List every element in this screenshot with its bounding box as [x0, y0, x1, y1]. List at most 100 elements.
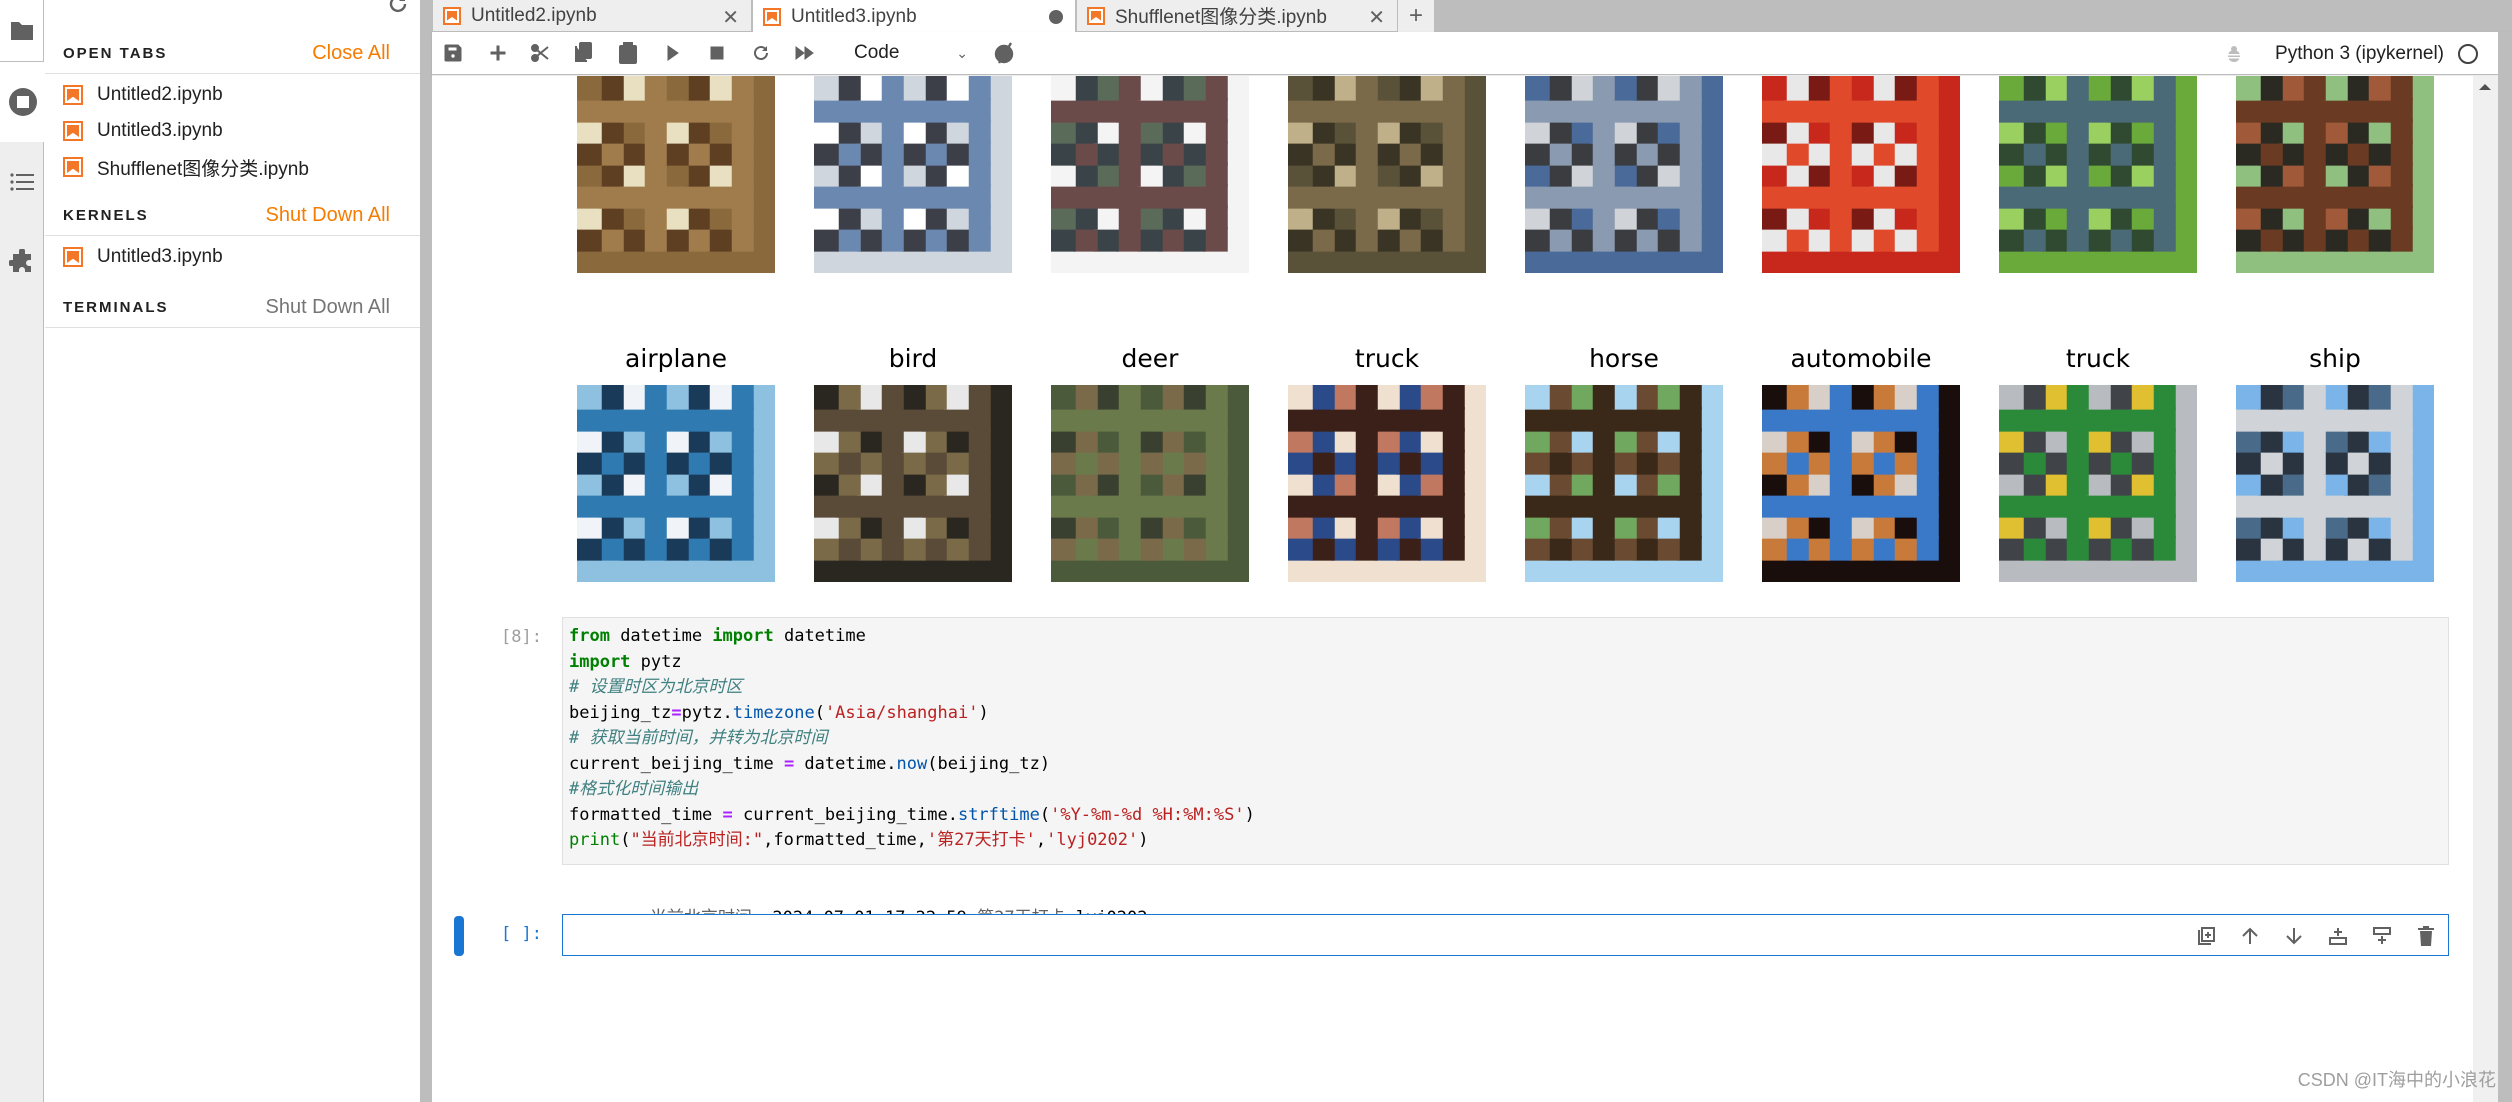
image-caption: ship — [2309, 344, 2361, 373]
extension-manager-tab[interactable] — [0, 222, 44, 302]
kernel-switch-button[interactable] — [992, 40, 1018, 66]
copy-button[interactable] — [570, 40, 596, 66]
restart-run-all-button[interactable] — [792, 40, 818, 66]
code-token: import — [712, 626, 774, 646]
paste-button[interactable] — [615, 40, 641, 66]
scroll-up-arrow-icon[interactable] — [2479, 84, 2491, 90]
code-token: timezone — [732, 702, 815, 723]
unsaved-indicator-icon[interactable] — [1049, 10, 1063, 24]
terminals-title: TERMINALS — [63, 299, 169, 316]
code-editor-empty[interactable] — [562, 914, 2449, 956]
run-button[interactable] — [660, 40, 686, 66]
code-token: ( — [1039, 804, 1051, 825]
code-line: # 设置时区为北京时区 — [569, 675, 2442, 701]
notebook-icon — [63, 121, 83, 141]
delete-cell-button[interactable] — [2414, 924, 2438, 948]
image-caption: bird — [888, 344, 938, 373]
notebook-icon — [763, 7, 781, 26]
file-browser-tab[interactable] — [0, 0, 44, 62]
main-area: Untitled2.ipynb ✕ Untitled3.ipynb Shuffl… — [432, 0, 2512, 1102]
stop-icon — [710, 46, 724, 60]
close-all-button[interactable]: Close All — [312, 42, 390, 65]
insert-above-button[interactable] — [2326, 924, 2350, 948]
code-line: # 获取当前时间，并转为北京时间 — [569, 726, 2442, 752]
refresh-icon — [389, 0, 407, 13]
cut-button[interactable] — [527, 40, 553, 66]
code-token: strftime — [957, 804, 1040, 825]
folder-icon — [10, 21, 33, 40]
tab-shufflenet[interactable]: Shufflenet图像分类.ipynb ✕ — [1076, 0, 1398, 32]
restart-icon — [754, 45, 768, 60]
activity-bar — [0, 0, 45, 1102]
code-token: pytz. — [681, 702, 733, 723]
notebook-icon — [63, 157, 83, 177]
code-token: ( — [620, 830, 631, 850]
code-token: from — [569, 626, 610, 646]
code-editor[interactable]: from datetime import datetime import pytz… — [562, 617, 2449, 865]
running-sessions-tab[interactable] — [0, 62, 45, 142]
code-token: datetime — [773, 626, 866, 646]
running-panel: OPEN TABS Close All Untitled2.ipynb Unti… — [45, 0, 420, 1102]
notebook-scrollbar[interactable] — [2473, 76, 2498, 1102]
move-down-button[interactable] — [2282, 924, 2306, 948]
shut-down-all-kernels-button[interactable]: Shut Down All — [265, 204, 390, 227]
notebook-panel: airplane bird deer truck horse automobile truc… — [432, 76, 2473, 1102]
tab-untitled3[interactable]: Untitled3.ipynb — [752, 0, 1076, 33]
interrupt-button[interactable] — [704, 40, 730, 66]
scissors-icon — [531, 44, 549, 62]
kernels-title: KERNELS — [63, 207, 149, 224]
notebook-icon — [1087, 6, 1105, 25]
open-tab-item[interactable]: Untitled2.ipynb — [63, 78, 223, 112]
close-tab-button[interactable]: ✕ — [1368, 5, 1385, 30]
extension-icon — [9, 249, 31, 272]
kernel-info: Python 3 (ipykernel) — [2225, 32, 2478, 75]
refresh-button[interactable] — [386, 0, 410, 16]
code-token: current_beijing_time. — [732, 804, 958, 825]
open-tab-item[interactable]: Untitled3.ipynb — [63, 114, 223, 148]
open-tab-item[interactable]: Shufflenet图像分类.ipynb — [63, 150, 309, 184]
open-tab-label: Shufflenet图像分类.ipynb — [97, 158, 309, 180]
watermark: CSDN @IT海中的小浪花 — [2297, 1070, 2496, 1090]
cifar-image-frog — [577, 76, 775, 273]
clipboard-icon — [619, 42, 637, 64]
code-token: # 设置时区为北京时区 — [569, 677, 743, 697]
code-line: from datetime import datetime — [569, 624, 2442, 650]
debugger-bug-icon[interactable] — [2225, 45, 2243, 63]
close-tab-button[interactable]: ✕ — [722, 5, 739, 30]
cifar-image-bird — [1762, 385, 1960, 582]
code-line: #格式化时间输出 — [569, 777, 2442, 803]
cell-type-dropdown[interactable]: Code ⌄ — [854, 38, 974, 68]
cifar-image-deer — [1288, 76, 1486, 273]
image-caption: truck — [1354, 344, 1420, 373]
table-of-contents-tab[interactable] — [0, 142, 44, 222]
cifar-image-automobile — [1762, 76, 1960, 273]
insert-above-icon — [2329, 928, 2347, 945]
duplicate-icon — [2198, 927, 2215, 945]
notebook-icon — [443, 6, 461, 25]
cifar-image-horse — [1525, 385, 1723, 582]
duplicate-cell-button[interactable] — [2194, 924, 2218, 948]
code-token: current_beijing_time — [569, 753, 784, 774]
running-icon — [8, 88, 37, 116]
arrow-up-icon — [2242, 927, 2258, 944]
insert-cell-button[interactable] — [485, 40, 511, 66]
kernel-name-button[interactable]: Python 3 (ipykernel) — [2275, 43, 2444, 65]
notebook-toolbar: Code ⌄ Python 3 (ipykernel) — [432, 32, 2512, 75]
new-tab-button[interactable]: + — [1398, 0, 1435, 32]
shut-down-all-terminals-button[interactable]: Shut Down All — [265, 296, 390, 319]
document-tab-bar: Untitled2.ipynb ✕ Untitled3.ipynb Shuffl… — [432, 0, 2512, 33]
tab-untitled2[interactable]: Untitled2.ipynb ✕ — [432, 0, 752, 32]
kernel-item[interactable]: Untitled3.ipynb — [63, 240, 223, 274]
image-caption: deer — [1121, 344, 1179, 373]
sidebar-splitter[interactable] — [420, 0, 432, 1102]
restart-button[interactable] — [748, 40, 774, 66]
insert-below-button[interactable] — [2370, 924, 2394, 948]
save-button[interactable] — [440, 40, 466, 66]
open-tab-label: Untitled2.ipynb — [97, 84, 223, 105]
move-up-button[interactable] — [2238, 924, 2262, 948]
code-line: import pytz — [569, 650, 2442, 676]
kernel-status-idle-icon — [2458, 43, 2478, 64]
cifar-image-ship — [577, 385, 775, 582]
open-tab-label: Untitled3.ipynb — [97, 120, 223, 141]
cifar-image-bird — [1999, 76, 2197, 273]
